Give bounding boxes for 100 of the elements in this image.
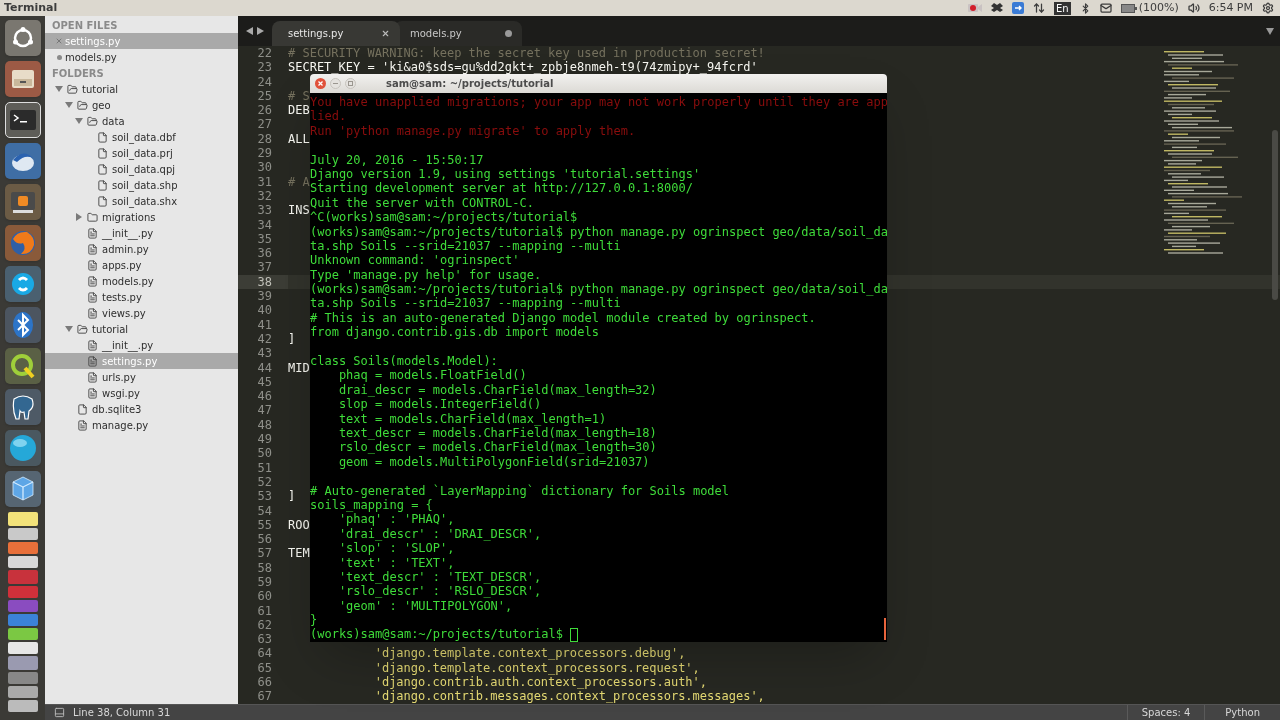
tree-item[interactable]: urls.py xyxy=(45,369,238,385)
network-arrows-icon[interactable] xyxy=(1033,2,1045,14)
tree-item[interactable]: __init__.py xyxy=(45,337,238,353)
line-number: 40 xyxy=(256,303,273,318)
tree-item[interactable]: soil_data.shp xyxy=(45,177,238,193)
volume-icon[interactable] xyxy=(1187,2,1200,14)
code-line: # A xyxy=(288,174,310,189)
terminal-line: phaq = models.FloatField() xyxy=(337,368,528,383)
code-line: DEB xyxy=(288,103,310,118)
terminal-line: # This is an auto-generated Django model module created by ogrinspect. xyxy=(310,310,817,326)
tree-item[interactable]: db.sqlite3 xyxy=(45,401,238,417)
camera-record-icon[interactable] xyxy=(968,3,982,13)
terminal-line: geom = models.MultiPolygonField(srid=21037) xyxy=(337,454,651,470)
close-button[interactable] xyxy=(315,78,326,89)
file-icon xyxy=(86,259,98,271)
file-icon xyxy=(76,403,88,415)
bluetooth-icon[interactable] xyxy=(4,307,41,343)
indentation-setting[interactable]: Spaces: 4 xyxy=(1126,705,1205,720)
terminal-title: sam@sam: ~/projects/tutorial xyxy=(386,77,554,91)
file-tab[interactable]: settings.py xyxy=(272,21,400,46)
tree-item[interactable]: wsgi.py xyxy=(45,385,238,401)
close-icon[interactable] xyxy=(381,29,390,38)
terminal-line: Starting development server at http://127.0.0.1:8000/ xyxy=(310,181,694,196)
line-number: 62 xyxy=(256,617,273,633)
code-line: TEM xyxy=(288,546,310,561)
line-number: 27 xyxy=(256,117,273,132)
settings-icon[interactable] xyxy=(1262,2,1274,14)
line-number: 48 xyxy=(256,417,273,432)
terminal-line: # Auto-generated `LayerMapping` dictionary for Soils model xyxy=(310,483,731,498)
line-number: 22 xyxy=(256,46,273,61)
triangle-right-icon[interactable] xyxy=(75,213,83,221)
tree-item[interactable]: soil_data.shx xyxy=(45,193,238,209)
terminal-line: 'drai_descr' : 'DRAI_DESCR', xyxy=(337,526,543,542)
line-number: 34 xyxy=(256,217,273,232)
tree-item[interactable]: tests.py xyxy=(45,289,238,305)
line-number: 52 xyxy=(256,474,273,490)
line-number: 30 xyxy=(256,160,273,175)
circle-logo-icon[interactable] xyxy=(4,20,41,56)
line-number: 64 xyxy=(256,646,273,661)
terminal-line: July 20, 2016 - 15:50:17 xyxy=(310,152,485,167)
file-icon xyxy=(86,387,98,399)
file-icon xyxy=(96,163,108,175)
tree-item[interactable]: tutorial xyxy=(45,81,238,97)
tree-item[interactable]: soil_data.qpj xyxy=(45,161,238,177)
terminal-line: lied. xyxy=(310,109,348,124)
gis-icon[interactable] xyxy=(4,348,41,384)
file-icon xyxy=(86,291,98,303)
line-number: 26 xyxy=(256,103,273,118)
tree-item[interactable]: views.py xyxy=(45,305,238,321)
clock[interactable]: 6:54 PM xyxy=(1208,0,1253,17)
right-arrow-icon[interactable] xyxy=(257,27,264,35)
terminal-line: 'geom' : 'MULTIPOLYGON', xyxy=(337,598,514,614)
open-file-item[interactable]: models.py xyxy=(45,49,238,65)
keyboard-layout-indicator[interactable]: En xyxy=(1054,1,1071,15)
line-number: 38 xyxy=(238,274,288,290)
tree-item[interactable]: data xyxy=(45,113,238,129)
tree-item[interactable]: apps.py xyxy=(45,257,238,273)
terminal-icon[interactable] xyxy=(4,102,41,138)
tree-item[interactable]: migrations xyxy=(45,209,238,225)
tree-item[interactable]: manage.py xyxy=(45,417,238,433)
text-editor-icon[interactable] xyxy=(4,184,41,220)
dropdown-arrow-icon[interactable] xyxy=(1266,28,1274,35)
remote-screen-icon[interactable] xyxy=(1012,2,1024,14)
tree-item[interactable]: geo xyxy=(45,97,238,113)
triangle-down-icon[interactable] xyxy=(65,325,73,333)
terminal-line: Run 'python manage.py migrate' to apply them. xyxy=(310,123,637,138)
file-icon xyxy=(86,275,98,287)
terminal-line: Quit the server with CONTROL-C. xyxy=(310,195,535,210)
line-number: 54 xyxy=(256,503,273,518)
triangle-down-icon[interactable] xyxy=(65,101,73,109)
terminal-prompt: (works)sam@sam:~/projects/tutorial$ xyxy=(310,627,563,642)
battery-icon[interactable] xyxy=(1120,3,1137,13)
file-cabinet-icon[interactable] xyxy=(4,61,41,97)
tree-item[interactable]: soil_data.dbf xyxy=(45,129,238,145)
line-number: 47 xyxy=(256,403,273,418)
terminal-line: rslo_descr = models.CharField(max_length=30) xyxy=(337,440,658,455)
line-number: 58 xyxy=(256,560,273,575)
file-icon xyxy=(86,227,98,239)
scrollbar-thumb[interactable] xyxy=(884,618,886,640)
file-icon xyxy=(86,243,98,255)
panel-toggle-icon[interactable] xyxy=(54,707,65,718)
line-number: 29 xyxy=(256,146,273,161)
line-number: 23 xyxy=(256,60,273,75)
file-icon xyxy=(96,147,108,159)
line-number: 24 xyxy=(256,74,273,89)
tree-item[interactable]: admin.py xyxy=(45,241,238,257)
file-icon xyxy=(86,355,98,367)
triangle-down-icon[interactable] xyxy=(55,85,63,93)
scrollbar-thumb[interactable] xyxy=(1272,130,1278,300)
fox-globe-icon[interactable] xyxy=(4,225,41,261)
elephant-icon[interactable] xyxy=(4,389,41,425)
tree-item[interactable]: tutorial xyxy=(45,321,238,337)
terminal-line: Unknown command: 'ogrinspect' xyxy=(310,253,521,268)
tree-item[interactable]: models.py xyxy=(45,273,238,289)
mail-icon[interactable] xyxy=(1099,2,1112,14)
tree-item[interactable]: __init__.py xyxy=(45,225,238,241)
triangle-down-icon[interactable] xyxy=(75,117,83,125)
tree-item[interactable]: soil_data.prj xyxy=(45,145,238,161)
syntax-setting[interactable]: Python xyxy=(1204,705,1280,720)
left-arrow-icon[interactable] xyxy=(246,27,253,35)
